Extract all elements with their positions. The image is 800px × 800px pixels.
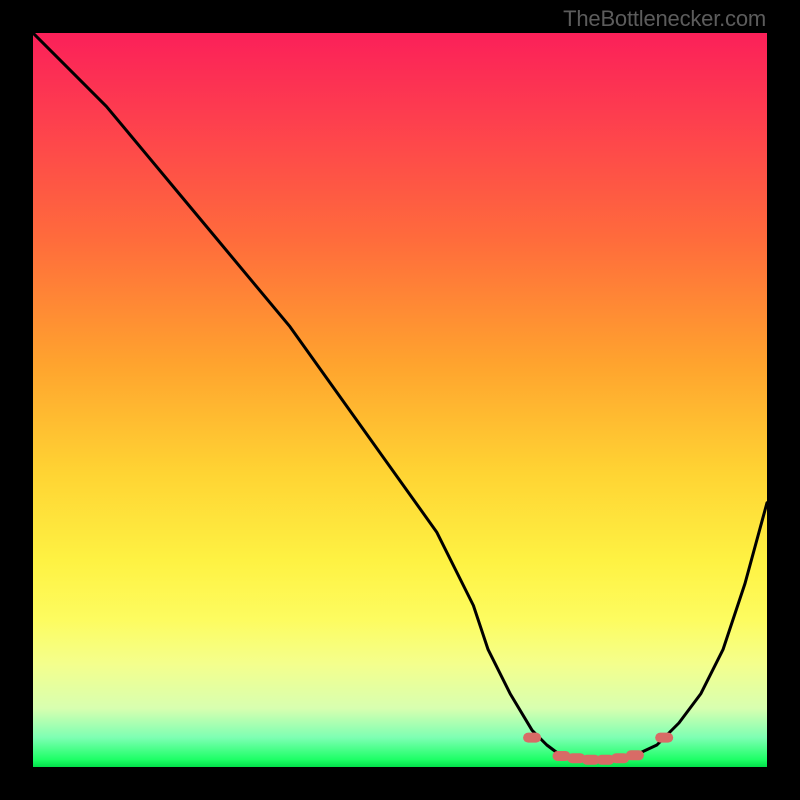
marker-dot: [523, 733, 541, 743]
bottleneck-curve: [33, 33, 767, 761]
marker-dot: [597, 755, 615, 765]
marker-dot: [626, 750, 644, 760]
marker-dot: [567, 753, 585, 763]
chart-frame: TheBottlenecker.com: [0, 0, 800, 800]
marker-dot: [655, 733, 673, 743]
marker-dot: [611, 753, 629, 763]
marker-dot: [582, 755, 600, 765]
curve-layer: [33, 33, 767, 767]
plot-area: [33, 33, 767, 767]
attribution-label: TheBottlenecker.com: [563, 6, 766, 32]
bottom-cluster-markers: [523, 733, 673, 765]
marker-dot: [553, 751, 571, 761]
